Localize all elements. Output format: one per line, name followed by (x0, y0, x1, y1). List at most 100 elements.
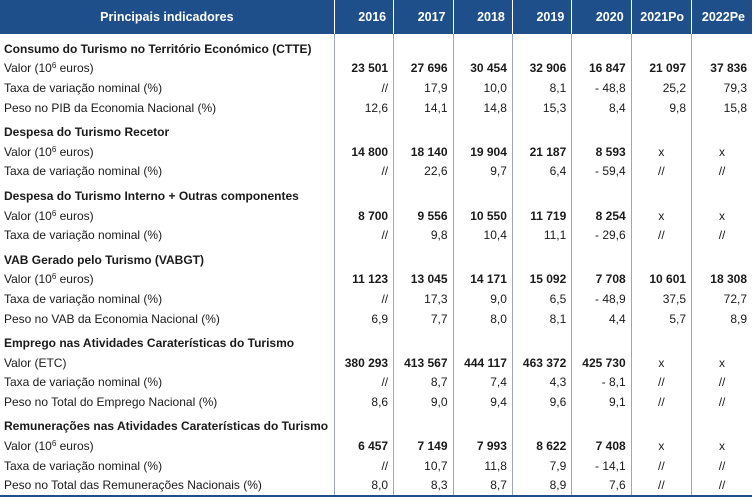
row-label: Taxa de variação nominal (%) (0, 289, 335, 309)
empty-cell (512, 411, 573, 437)
empty-cell (571, 411, 632, 437)
value-cell: 21 187 (512, 141, 573, 162)
table-row: Taxa de variação nominal (%)//17,9 10,0 8,… (0, 78, 752, 98)
empty-cell (512, 34, 573, 59)
header-row: Principais indicadores 2016 2017 2018 20… (0, 0, 752, 34)
table-row: Valor (106 euros) 6 457 7 149 7 993 8 622 7 4… (0, 436, 752, 456)
header-label: Principais indicadores (0, 0, 335, 34)
value-cell: 17,9 (393, 78, 454, 98)
value-cell: // (631, 475, 693, 497)
value-cell: 9,1 (571, 392, 632, 412)
row-label: Valor (ETC) (0, 352, 335, 373)
value-cell: 72,7 (723, 291, 747, 306)
value-cell: 8,6 (334, 392, 395, 412)
value-cell: 15,8 (723, 100, 747, 115)
value-cell: 10 601 (631, 269, 693, 290)
section-title: Consumo do Turismo no Território Económi… (0, 34, 335, 59)
empty-cell (393, 411, 454, 437)
value-cell: 4,4 (571, 308, 632, 329)
value-cell: 8 593 (571, 141, 632, 162)
value-cell: 10 550 (453, 205, 513, 226)
table-row: Valor (106 euros) 14 800 18 140 19 904 21 18… (0, 141, 752, 162)
value-cell: // (631, 392, 693, 412)
empty-cell (334, 411, 395, 437)
value-cell: 79,3 (723, 80, 747, 95)
value-cell: x (631, 205, 693, 226)
value-cell: // (718, 458, 726, 473)
empty-cell (453, 411, 513, 437)
value-cell: 9,6 (512, 392, 573, 412)
value-cell: 12,6 (334, 97, 395, 118)
row-label: Taxa de variação nominal (%) (0, 78, 335, 98)
value-cell: 10,7 (393, 455, 454, 476)
value-cell: 6,5 (512, 289, 573, 309)
value-cell: 8,1 (512, 308, 573, 329)
value-cell: // (334, 161, 395, 182)
empty-cell (571, 328, 632, 353)
empty-cell (334, 34, 395, 59)
value-cell: 11,8 (453, 455, 513, 476)
indicators-table: Principais indicadores 2016 2017 2018 20… (0, 0, 752, 497)
table-row: Valor (106 euros) 8 700 9 556 10 550 11 719 8… (0, 205, 752, 226)
empty-cell (571, 244, 632, 270)
row-label: Taxa de variação nominal (%) (0, 161, 335, 182)
header-year: 2016 (334, 0, 395, 34)
section-title: VAB Gerado pelo Turismo (VABGT) (0, 244, 335, 270)
value-cell: - 29,6 (571, 225, 632, 245)
table-row: Taxa de variação nominal (%)//9,8 10,4 11,… (0, 225, 752, 245)
empty-cell (692, 412, 752, 437)
value-cell: 9,4 (453, 392, 513, 412)
row-label: Valor (106 euros) (0, 436, 335, 456)
empty-cell (571, 181, 632, 206)
value-cell: 7 708 (571, 269, 632, 290)
value-cell: 14 171 (453, 269, 513, 290)
value-cell: 30 454 (453, 58, 513, 79)
empty-cell (453, 244, 513, 270)
value-cell: // (334, 455, 395, 476)
value-cell: // (691, 475, 752, 497)
empty-cell (692, 181, 752, 206)
section-header-row: Emprego nas Atividades Caraterísticas do… (0, 328, 752, 353)
value-cell: 27 696 (393, 58, 454, 79)
value-cell: 9,7 (453, 161, 513, 182)
header-year: 2022Pe (691, 0, 752, 34)
value-cell: 37 836 (710, 61, 747, 76)
empty-cell (334, 328, 395, 353)
value-cell: x (719, 208, 726, 223)
table-row: Peso no VAB da Economia Nacional (%) 6,9 7… (0, 308, 752, 329)
empty-cell (334, 244, 395, 270)
table-row: Valor (ETC) 380 293 413 567 444 117 463 372 4… (0, 352, 752, 373)
value-cell: 14,1 (393, 97, 454, 118)
value-cell: 10,0 (453, 78, 513, 98)
row-label: Valor (106 euros) (0, 269, 335, 290)
section-header-row: Remunerações nas Atividades Caraterístic… (0, 411, 752, 437)
empty-cell (393, 181, 454, 206)
value-cell: 6,4 (512, 161, 573, 182)
value-cell: // (334, 78, 395, 98)
value-cell: 8,3 (393, 475, 454, 497)
value-cell: 4,3 (512, 372, 573, 393)
value-cell: - 14,1 (571, 455, 632, 476)
table-row: Valor (106 euros) 23 501 27 696 30 454 32 90… (0, 58, 752, 79)
header-year: 2021Po (631, 0, 693, 34)
value-cell: 7,7 (393, 308, 454, 329)
value-cell: 6,9 (334, 308, 395, 329)
row-label: Taxa de variação nominal (%) (0, 225, 335, 245)
empty-cell (512, 181, 573, 206)
value-cell: 11,1 (512, 225, 573, 245)
empty-cell (631, 244, 693, 270)
row-label: Valor (106 euros) (0, 141, 335, 162)
empty-cell (453, 181, 513, 206)
value-cell: 380 293 (334, 352, 395, 373)
value-cell: x (631, 141, 693, 162)
value-cell: 15,3 (512, 97, 573, 118)
value-cell: 10,4 (453, 225, 513, 245)
value-cell: 8,9 (512, 475, 573, 497)
empty-cell (453, 328, 513, 353)
value-cell: x (631, 436, 693, 456)
section-header-row: Consumo do Turismo no Território Económi… (0, 34, 752, 59)
value-cell: - 48,9 (571, 289, 632, 309)
value-cell: 5,7 (631, 308, 693, 329)
table-header: Principais indicadores 2016 2017 2018 20… (0, 0, 752, 34)
section-title: Remunerações nas Atividades Caraterístic… (0, 411, 335, 437)
